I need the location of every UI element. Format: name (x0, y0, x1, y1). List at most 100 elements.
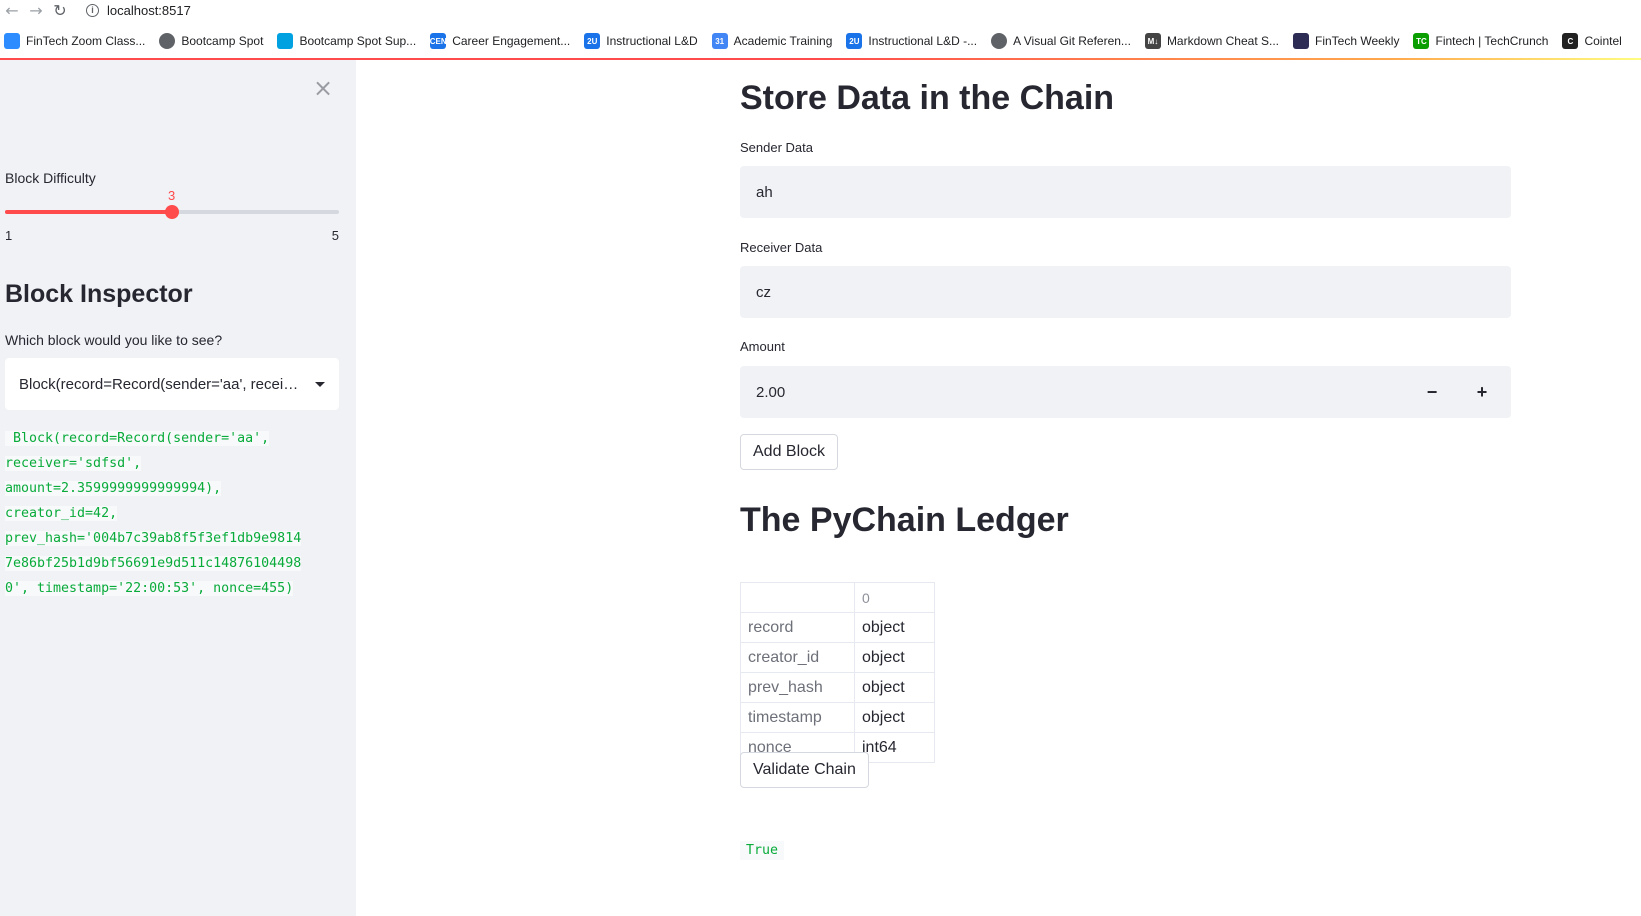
row-header: record (740, 612, 855, 643)
fintech-weekly-icon (1293, 33, 1309, 49)
bookmark-label[interactable]: Fintech | TechCrunch (1435, 34, 1548, 48)
code-line-text: Block(record=Record(sender='aa', (5, 431, 270, 446)
bookmark-item[interactable]: TC Fintech | TechCrunch (1413, 33, 1548, 49)
code-line: 0', timestamp='22:00:53', nonce=455) (5, 576, 339, 601)
reload-icon[interactable]: ↻ (48, 0, 72, 20)
bookmark-item[interactable]: 31 Academic Training (711, 33, 833, 49)
table-header-row: 0 (740, 582, 935, 613)
block-select-label: Which block would you like to see? (5, 332, 223, 348)
calendar-icon: 31 (711, 33, 728, 49)
globe-icon (159, 33, 176, 49)
bookmark-label[interactable]: Career Engagement... (452, 34, 570, 48)
bookmark-label[interactable]: Academic Training (734, 34, 833, 48)
column-header: 0 (854, 582, 935, 613)
close-sidebar-icon[interactable]: × (313, 76, 333, 100)
table-row: record object (740, 612, 935, 643)
bookmark-label[interactable]: FinTech Weekly (1315, 34, 1399, 48)
2u-icon: 2U (584, 33, 601, 49)
markdown-icon: M↓ (1144, 33, 1161, 49)
table-cell: object (854, 612, 935, 643)
bookmark-item[interactable]: 2U Instructional L&D (584, 33, 698, 49)
sender-data-label: Sender Data (740, 140, 813, 155)
forward-arrow-icon[interactable]: → (24, 0, 48, 20)
slider-min-label: 1 (5, 228, 13, 243)
back-arrow-icon[interactable]: ← (0, 0, 24, 20)
info-icon[interactable]: i (86, 3, 99, 17)
cointelegraph-icon: C (1562, 33, 1579, 49)
chevron-down-icon[interactable] (315, 381, 325, 387)
bookmarks-bar: FinTech Zoom Class... Bootcamp Spot Bootca… (0, 28, 1641, 54)
2u-icon: 2U (846, 33, 863, 49)
amount-label: Amount (740, 339, 785, 354)
amount-input[interactable]: 2.00 − + (740, 366, 1511, 418)
url-text[interactable]: localhost:8517 (107, 3, 191, 18)
sender-data-input[interactable]: ah (740, 166, 1511, 218)
bookmark-label[interactable]: Bootcamp Spot (181, 34, 263, 48)
bookmark-label[interactable]: A Visual Git Referen... (1013, 34, 1131, 48)
sidebar: × Block Difficulty 3 1 5 Block Inspector… (0, 60, 356, 916)
browser-address-bar: ← → ↻ i localhost:8517 (0, 0, 1641, 20)
bookmark-item[interactable]: 2U Instructional L&D -... (846, 33, 977, 49)
code-line: Block(record=Record(sender='aa', (5, 426, 339, 451)
code-line-text: amount=2.3599999999999994), (5, 481, 222, 496)
sender-data-value[interactable]: ah (756, 184, 773, 201)
block-select[interactable]: Block(record=Record(sender='aa', receive… (5, 358, 339, 410)
code-line-text: receiver='sdfsd', (5, 456, 142, 471)
block-difficulty-slider[interactable]: 3 1 5 (5, 188, 339, 248)
code-line: receiver='sdfsd', (5, 451, 339, 476)
bookmark-label[interactable]: Instructional L&D -... (868, 34, 977, 48)
bookmark-item[interactable]: FinTech Weekly (1293, 33, 1399, 49)
receiver-data-input[interactable]: cz (740, 266, 1511, 318)
add-block-button[interactable]: Add Block (740, 434, 839, 470)
globe-icon (991, 33, 1008, 49)
bookmark-label[interactable]: Instructional L&D (606, 34, 697, 48)
bookmark-item[interactable]: A Visual Git Referen... (991, 33, 1131, 49)
row-header: creator_id (740, 642, 855, 673)
receiver-data-label: Receiver Data (740, 240, 823, 255)
techcrunch-icon: TC (1413, 33, 1430, 49)
receiver-data-value[interactable]: cz (756, 284, 771, 301)
block-inspector-title: Block Inspector (5, 280, 193, 308)
block-detail-output: Block(record=Record(sender='aa', receiver… (5, 426, 339, 601)
code-line: 7e86bf25b1d9bf56691e9d511c14876104498 (5, 551, 339, 576)
bookmark-item[interactable]: FinTech Zoom Class... (4, 33, 145, 49)
bookmark-label[interactable]: Bootcamp Spot Sup... (299, 34, 416, 48)
ledger-table: 0 record object creator_id object prev_hash o… (740, 582, 935, 763)
bookmark-label[interactable]: FinTech Zoom Class... (26, 34, 145, 48)
code-line: creator_id=42, (5, 501, 339, 526)
amount-value[interactable]: 2.00 (756, 384, 785, 401)
bookmark-item[interactable]: Bootcamp Spot (159, 33, 263, 49)
code-line: amount=2.3599999999999994), (5, 476, 339, 501)
block-select-value[interactable]: Block(record=Record(sender='aa', receive… (19, 376, 305, 393)
row-header: prev_hash (740, 672, 855, 703)
bookmark-item[interactable]: M↓ Markdown Cheat S... (1144, 33, 1279, 49)
validate-chain-button[interactable]: Validate Chain (740, 752, 869, 788)
table-cell: object (854, 702, 935, 733)
url-field[interactable]: i localhost:8517 (86, 0, 191, 20)
slider-thumb[interactable] (165, 205, 179, 219)
cen-icon: CEN (430, 33, 447, 49)
bookmark-label[interactable]: Cointel (1584, 34, 1621, 48)
table-row: creator_id object (740, 642, 935, 673)
increment-button[interactable]: + (1458, 366, 1506, 418)
ledger-title: The PyChain Ledger (740, 501, 1069, 539)
table-row: prev_hash object (740, 672, 935, 703)
salesforce-icon (277, 33, 294, 49)
bookmark-item[interactable]: Bootcamp Spot Sup... (277, 33, 416, 49)
bookmark-label[interactable]: Markdown Cheat S... (1167, 34, 1279, 48)
table-cell: object (854, 642, 935, 673)
slider-current-value: 3 (168, 188, 176, 203)
page-title: Store Data in the Chain (740, 79, 1115, 117)
row-header: timestamp (740, 702, 855, 733)
main-content: Store Data in the Chain Sender Data ah R… (356, 60, 1641, 916)
code-line-text: creator_id=42, (5, 506, 118, 521)
code-line: prev_hash='004b7c39ab8f5f3ef1db9e9814 (5, 526, 339, 551)
zoom-icon (4, 33, 20, 49)
table-corner-cell (740, 582, 855, 613)
slider-track-fill (5, 210, 172, 214)
bookmark-item[interactable]: CEN Career Engagement... (430, 33, 570, 49)
code-line-text: 0', timestamp='22:00:53', nonce=455) (5, 581, 294, 596)
bookmark-item[interactable]: C Cointel (1562, 33, 1622, 49)
decrement-button[interactable]: − (1408, 366, 1456, 418)
validation-result: True (740, 841, 785, 860)
